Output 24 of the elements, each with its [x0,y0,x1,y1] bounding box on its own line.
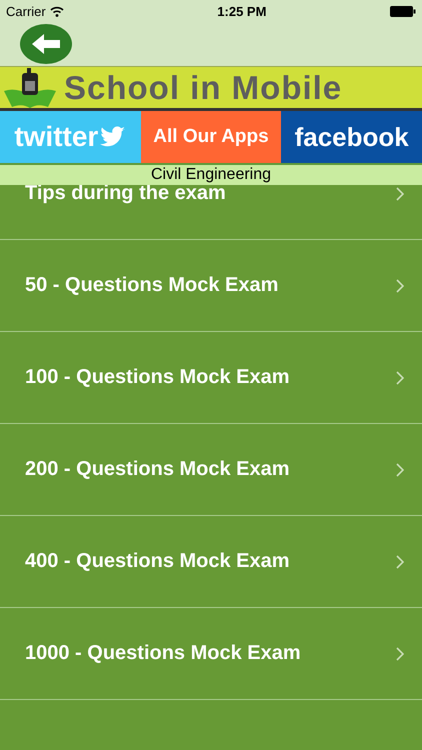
status-time: 1:25 PM [217,4,266,18]
app-title: School in Mobile [64,68,342,106]
chevron-icon [396,554,404,568]
logo-drawing [2,66,58,108]
back-arrow-icon [31,33,61,55]
chevron-icon [396,186,404,200]
exam-list-item[interactable]: 200 - Questions Mock Exam [0,424,422,516]
twitter-button[interactable]: twitter [0,111,141,163]
chevron-icon [396,278,404,292]
facebook-button[interactable]: facebook [281,111,422,163]
wifi-icon [50,6,64,16]
back-button[interactable] [20,24,72,64]
all-apps-button[interactable]: All Our Apps [140,111,282,163]
exam-list-item[interactable]: 400 - Questions Mock Exam [0,516,422,608]
chevron-icon [396,462,404,476]
exam-list-item[interactable]: 100 - Questions Mock Exam [0,332,422,424]
chevron-icon [396,370,404,384]
category-title: Civil Engineering [0,165,422,185]
battery-icon [390,6,416,16]
exam-list-item[interactable]: 1000 - Questions Mock Exam [0,608,422,700]
bird-icon [100,126,126,148]
exam-list-item[interactable]: 50 - Questions Mock Exam [0,240,422,332]
carrier-label: Carrier [6,4,46,18]
chevron-icon [396,646,404,660]
